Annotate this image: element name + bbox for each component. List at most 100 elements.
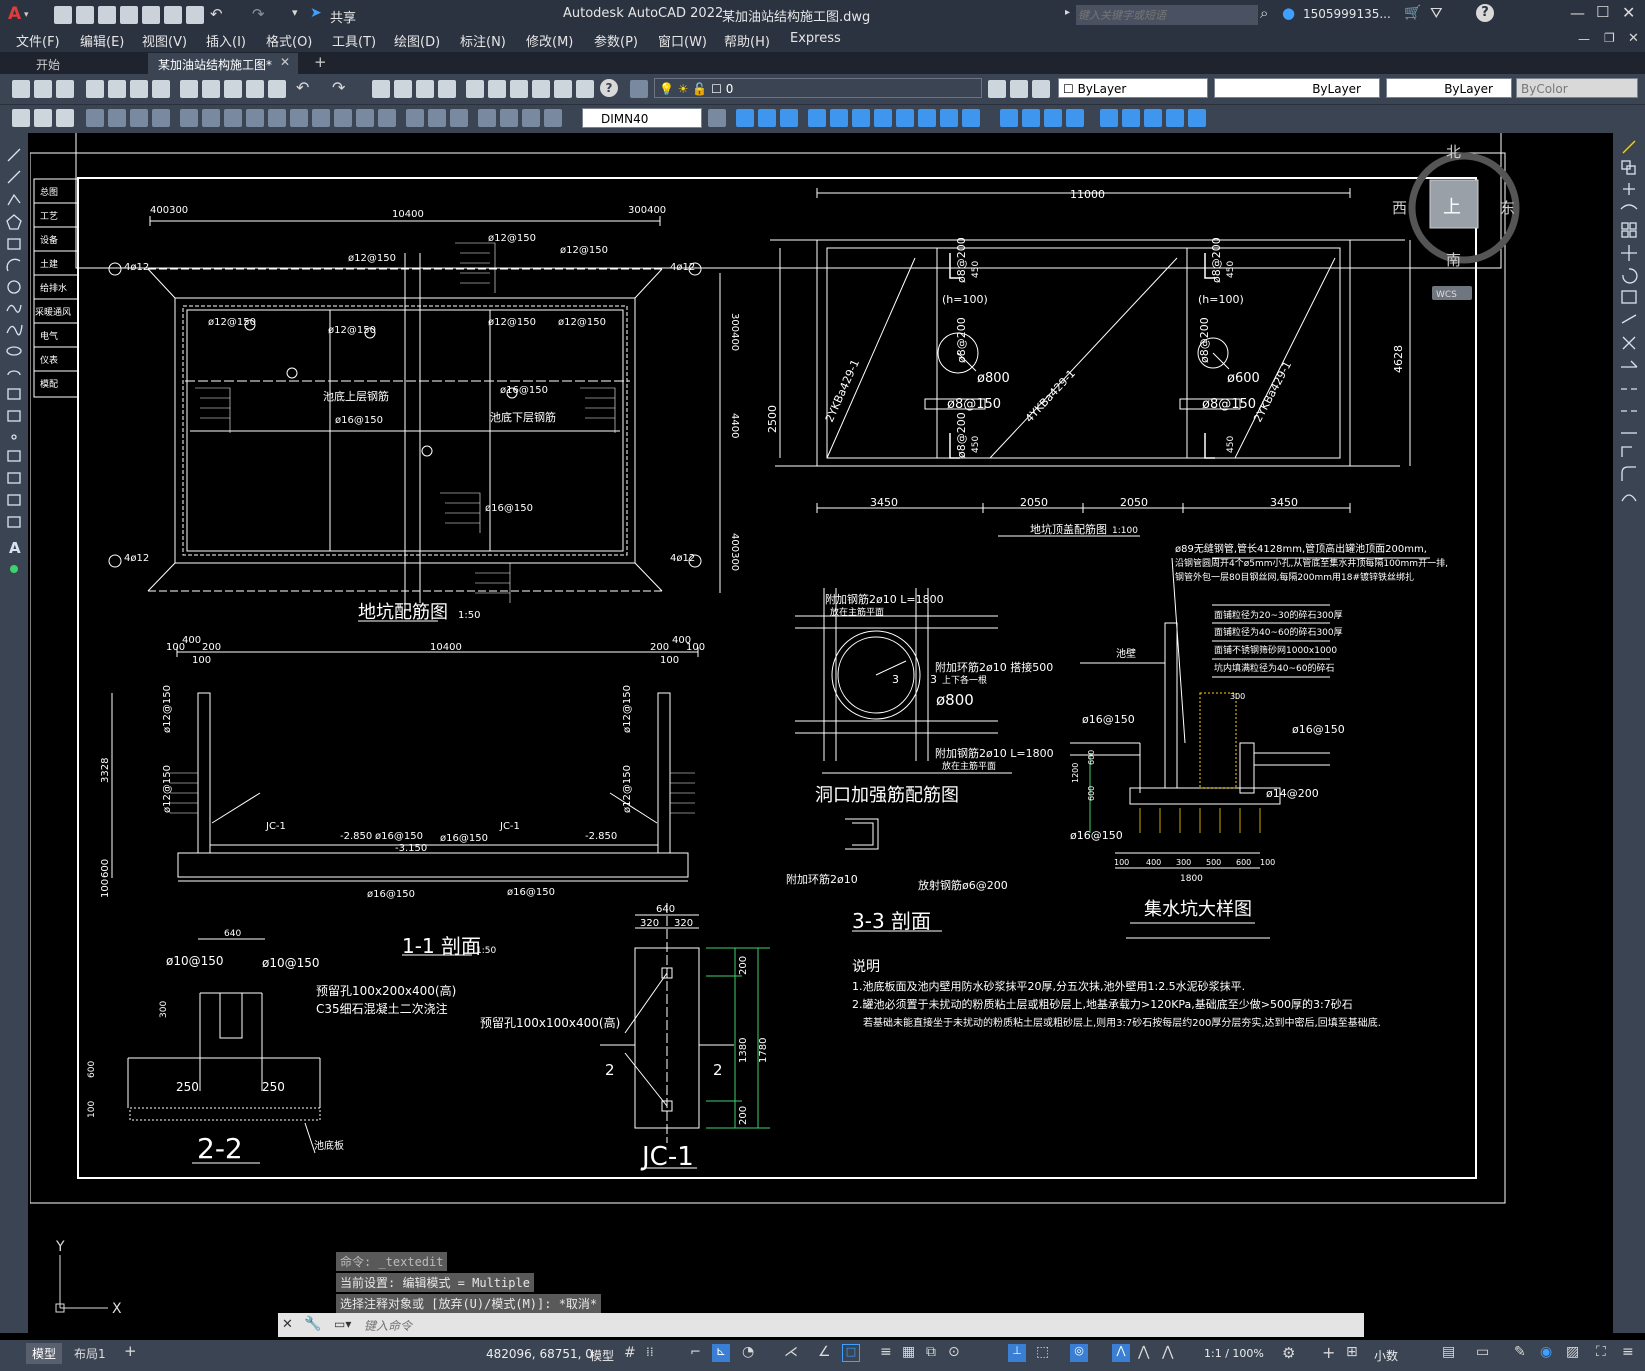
tb-make-current-icon[interactable] bbox=[988, 80, 1006, 98]
layer-dropdown[interactable]: 💡 ☀ 🔓 ☐ 0 bbox=[654, 78, 982, 98]
user-icon[interactable]: ● bbox=[1282, 4, 1295, 22]
user-account[interactable]: 1505999135... bbox=[1303, 7, 1391, 21]
cart-icon[interactable]: 🛒 bbox=[1404, 5, 1421, 21]
command-close-icon[interactable]: ✕ bbox=[282, 1317, 293, 1332]
doc-minimize-icon[interactable]: — bbox=[1578, 32, 1590, 46]
selection-filter-icon[interactable]: ⬚ bbox=[1036, 1344, 1049, 1360]
tb-dim-edit-icon[interactable] bbox=[406, 109, 424, 127]
help-icon[interactable]: ? bbox=[1476, 4, 1494, 22]
menu-parametric[interactable]: 参数(P) bbox=[594, 31, 638, 50]
polar-icon[interactable]: ◔ bbox=[742, 1344, 754, 1360]
modify-tools-icons[interactable] bbox=[1613, 137, 1645, 517]
tb-properties-icon[interactable] bbox=[466, 80, 484, 98]
tb-ucs-origin-icon[interactable] bbox=[874, 109, 892, 127]
workspace-gear-icon[interactable]: ⚙ bbox=[1282, 1344, 1295, 1362]
minimize-icon[interactable]: — bbox=[1570, 4, 1585, 22]
tb-dim-angular-icon[interactable] bbox=[180, 109, 198, 127]
transparency-icon[interactable]: ▦ bbox=[902, 1344, 915, 1360]
a360-icon[interactable]: ⛛ bbox=[1430, 4, 1443, 22]
tb-jogged-linear-icon[interactable] bbox=[378, 109, 396, 127]
tb-ucs-icon[interactable] bbox=[736, 109, 754, 127]
tb-dim-jogged-icon[interactable] bbox=[130, 109, 148, 127]
tb-redo-icon[interactable]: ↷ bbox=[332, 78, 345, 97]
menu-help[interactable]: 帮助(H) bbox=[724, 31, 770, 50]
quick-properties-icon[interactable]: ▤ bbox=[1442, 1344, 1455, 1360]
tb-block-editor-icon[interactable] bbox=[268, 80, 286, 98]
snap-icon[interactable]: ⁞⁞ bbox=[646, 1345, 654, 1359]
tb-zoom-realtime-icon[interactable] bbox=[394, 80, 412, 98]
menu-tools[interactable]: 工具(T) bbox=[332, 31, 376, 50]
object-snap-tracking-icon[interactable]: ∠ bbox=[818, 1344, 831, 1360]
tb-3d-icon[interactable] bbox=[152, 80, 170, 98]
tb-dim-aligned-icon[interactable] bbox=[34, 109, 52, 127]
viewcube[interactable]: 上 北 南 东 西 WCS bbox=[1392, 143, 1520, 300]
tb-paste-icon[interactable] bbox=[224, 80, 242, 98]
tb-qdim-icon[interactable] bbox=[202, 109, 220, 127]
tb-view-left-icon[interactable] bbox=[1044, 109, 1062, 127]
menu-dimension[interactable]: 标注(N) bbox=[460, 31, 506, 50]
tb-pan-icon[interactable] bbox=[372, 80, 390, 98]
object-snap-icon[interactable]: □ bbox=[842, 1344, 860, 1362]
hardware-accel-icon[interactable]: ✎ bbox=[1514, 1344, 1526, 1360]
linetype-dropdown[interactable]: ByLayer bbox=[1214, 78, 1380, 98]
layout-tab-model[interactable]: 模型 bbox=[26, 1343, 63, 1364]
share-label[interactable]: 共享 bbox=[330, 7, 356, 26]
drawing-svg[interactable]: 总图 工艺 设备 土建 给排水 采暖通风 电气 仪表 模配 10400 4003… bbox=[29, 127, 1613, 1340]
tb-ucs-view-icon[interactable] bbox=[852, 109, 870, 127]
tb-matchprop-icon[interactable] bbox=[246, 80, 264, 98]
autocad-logo-icon[interactable]: A bbox=[8, 4, 21, 24]
layout-tab-add[interactable]: + bbox=[124, 1342, 137, 1360]
tb-copy-icon[interactable] bbox=[202, 80, 220, 98]
coordinates-readout[interactable]: 482096, 68751, 0 bbox=[486, 1347, 593, 1361]
quick-access-menu-icon[interactable]: ▾ bbox=[292, 6, 298, 19]
color-dropdown[interactable]: ☐ ByLayer bbox=[1058, 78, 1208, 98]
save-as-icon[interactable] bbox=[120, 6, 138, 24]
command-recent-icon[interactable]: ▭▾ bbox=[334, 1317, 351, 1331]
plotstyle-dropdown[interactable]: ByColor bbox=[1516, 78, 1638, 98]
maximize-icon[interactable]: ☐ bbox=[1596, 3, 1609, 21]
customization-menu-icon[interactable]: ≡ bbox=[1622, 1344, 1634, 1360]
menu-modify[interactable]: 修改(M) bbox=[526, 31, 573, 50]
lock-ui-icon[interactable]: ▭ bbox=[1476, 1344, 1489, 1360]
doc-restore-icon[interactable]: ❐ bbox=[1604, 31, 1615, 45]
tb-undo-icon[interactable]: ↶ bbox=[296, 78, 309, 97]
infer-constraints-icon[interactable]: ⌐ bbox=[690, 1345, 701, 1360]
tb-style-icon[interactable] bbox=[478, 109, 496, 127]
ortho-icon[interactable]: ⊾ bbox=[712, 1344, 730, 1362]
menu-view[interactable]: 视图(V) bbox=[142, 31, 187, 50]
tab-close-icon[interactable]: ✕ bbox=[280, 55, 290, 69]
selection-cycling-icon[interactable]: ⧉ bbox=[926, 1344, 936, 1360]
tb-ucs-previous-icon[interactable] bbox=[780, 109, 798, 127]
annotation-scale-value[interactable]: 1:1 / 100% bbox=[1204, 1347, 1264, 1360]
new-tab-icon[interactable]: + bbox=[314, 53, 327, 71]
tb-view-top-icon[interactable] bbox=[1000, 109, 1018, 127]
isolate-objects-icon[interactable]: ⊞ bbox=[1346, 1344, 1358, 1360]
draw-tools-icons[interactable]: A bbox=[0, 143, 28, 603]
annotation-monitor-icon[interactable]: + bbox=[1322, 1343, 1335, 1362]
tb-plot-icon[interactable] bbox=[86, 80, 104, 98]
tb-designcenter-icon[interactable] bbox=[488, 80, 506, 98]
fullscreen-icon[interactable]: ⛶ bbox=[1596, 1344, 1606, 1360]
plot-icon[interactable] bbox=[186, 6, 204, 24]
tb-orbit-icon[interactable] bbox=[1166, 109, 1184, 127]
layout-tab-layout1[interactable]: 布局1 bbox=[74, 1345, 106, 1362]
tb-save-icon[interactable] bbox=[56, 80, 74, 98]
search-expand-icon[interactable]: ▸ bbox=[1065, 7, 1070, 18]
lineweight-dropdown[interactable]: ByLayer bbox=[1386, 78, 1512, 98]
tb-dim-update-icon[interactable] bbox=[450, 109, 468, 127]
menu-edit[interactable]: 编辑(E) bbox=[80, 31, 124, 50]
tb-sheetset-icon[interactable] bbox=[532, 80, 550, 98]
tab-active-drawing[interactable]: 某加油站结构施工图* ✕ bbox=[148, 53, 298, 74]
undo-icon[interactable]: ↶ bbox=[210, 5, 223, 23]
clean-screen-icon[interactable]: ◉ bbox=[1540, 1344, 1552, 1360]
tb-dim-space-icon[interactable] bbox=[268, 109, 286, 127]
tb-tolerance-icon[interactable] bbox=[312, 109, 330, 127]
lineweight-icon[interactable]: ≡ bbox=[880, 1344, 892, 1360]
tb-tablestyle-icon[interactable] bbox=[522, 109, 540, 127]
chevron-down-icon[interactable]: ▾ bbox=[24, 10, 29, 20]
tb-markup-icon[interactable] bbox=[554, 80, 572, 98]
tb-ucs-x-icon[interactable] bbox=[940, 109, 958, 127]
auto-scale-icon[interactable]: ⋀ bbox=[1138, 1344, 1149, 1360]
close-icon[interactable]: ✕ bbox=[1622, 3, 1635, 22]
tb-render-icon[interactable] bbox=[1144, 109, 1162, 127]
